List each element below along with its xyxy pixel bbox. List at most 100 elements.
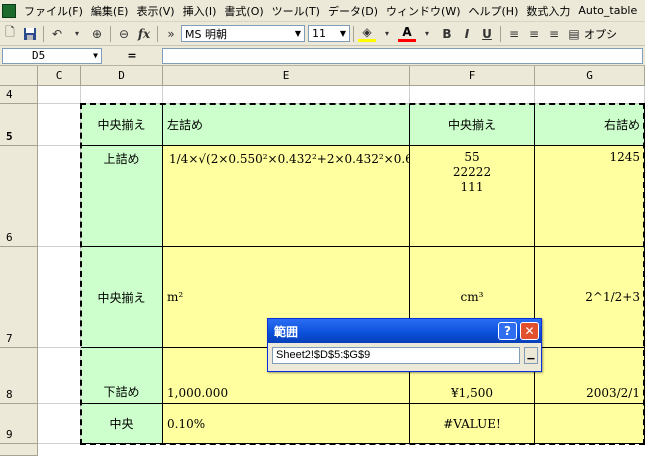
collapse-dialog-button[interactable]: ▁: [524, 347, 538, 364]
cell-f4[interactable]: [410, 86, 535, 104]
name-box[interactable]: D5 ▼: [2, 47, 102, 64]
fill-color-icon[interactable]: ◈: [358, 25, 376, 42]
font-color-icon[interactable]: A: [398, 25, 416, 42]
row-number: 5: [6, 130, 13, 143]
row-header-8[interactable]: 8: [0, 348, 38, 404]
menu-window[interactable]: ウィンドウ(W): [382, 3, 464, 19]
cell-g5[interactable]: 右詰め: [535, 104, 645, 146]
range-dialog-title: 範囲: [274, 324, 299, 339]
cell-text-line: 22222: [452, 165, 492, 179]
options-icon[interactable]: ▤: [565, 25, 583, 43]
formula-input[interactable]: [162, 47, 643, 64]
range-dialog-titlebar[interactable]: 範囲 ? ✕: [268, 319, 541, 343]
font-size-select[interactable]: 11 ▼: [308, 25, 350, 42]
cell-text: 中央揃え: [447, 118, 496, 132]
cell-d7[interactable]: 中央揃え: [81, 247, 163, 348]
cell-text: #VALUE!: [443, 416, 501, 431]
menu-formula-input[interactable]: 数式入力: [522, 3, 574, 19]
cell-d8[interactable]: 下詰め: [81, 348, 163, 404]
cell-c5[interactable]: [38, 104, 81, 146]
close-button[interactable]: ✕: [520, 322, 539, 340]
menu-view[interactable]: 表示(V): [132, 3, 178, 19]
cell-c4[interactable]: [38, 86, 81, 104]
cell-d5[interactable]: 中央揃え: [81, 104, 163, 146]
font-name-select[interactable]: MS 明朝 ▼: [181, 25, 305, 42]
dropdown-arrow-icon[interactable]: ▾: [68, 25, 86, 43]
underline-button[interactable]: U: [478, 25, 496, 43]
menu-insert[interactable]: 挿入(I): [179, 3, 221, 19]
italic-button[interactable]: I: [458, 25, 476, 43]
options-label[interactable]: オプシ: [584, 26, 617, 42]
bold-button[interactable]: B: [438, 25, 456, 43]
row-header-9[interactable]: 9: [0, 404, 38, 444]
menu-data[interactable]: データ(D): [324, 3, 382, 19]
row-header-5[interactable]: 5: [0, 104, 38, 146]
cell-text: 2003/2/1: [586, 386, 640, 400]
dropdown-arrow-icon[interactable]: ▾: [378, 25, 396, 43]
menu-bar: ファイル(F) 編集(E) 表示(V) 挿入(I) 書式(O) ツール(T) デ…: [0, 0, 645, 22]
range-input[interactable]: Sheet2!$D$5:$G$9: [272, 347, 520, 364]
cell-e5[interactable]: 左詰め: [163, 104, 410, 146]
row-header-7[interactable]: 7: [0, 247, 38, 348]
menu-format[interactable]: 書式(O): [220, 3, 267, 19]
range-dialog: 範囲 ? ✕ Sheet2!$D$5:$G$9 ▁: [267, 318, 542, 372]
cell-c9[interactable]: [38, 404, 81, 444]
cell-d6[interactable]: 上詰め: [81, 146, 163, 247]
save-icon[interactable]: [21, 25, 39, 43]
help-button[interactable]: ?: [498, 322, 517, 340]
cell-d9[interactable]: 中央: [81, 404, 163, 444]
new-document-icon[interactable]: 🗋: [1, 25, 19, 43]
column-header-c[interactable]: C: [38, 66, 81, 86]
row-header-10[interactable]: [0, 444, 38, 456]
cell-f9[interactable]: #VALUE!: [410, 404, 535, 444]
cell-text: 0.10%: [167, 416, 206, 431]
select-all-corner[interactable]: [0, 66, 38, 86]
excel-app-icon[interactable]: [2, 3, 16, 18]
menu-help[interactable]: ヘルプ(H): [465, 3, 523, 19]
column-header-g[interactable]: G: [535, 66, 645, 86]
column-header-d[interactable]: D: [81, 66, 163, 86]
dropdown-arrow-icon[interactable]: ▾: [418, 25, 436, 43]
menu-file[interactable]: ファイル(F): [20, 3, 87, 19]
menu-edit[interactable]: 編集(E): [87, 3, 133, 19]
menu-auto-table[interactable]: Auto_table: [574, 4, 641, 17]
menu-tools[interactable]: ツール(T): [268, 3, 324, 19]
more-chevron-icon[interactable]: »: [162, 25, 180, 43]
column-header-f[interactable]: F: [410, 66, 535, 86]
cell-f5[interactable]: 中央揃え: [410, 104, 535, 146]
cell-text: 中央揃え: [97, 118, 146, 132]
collapse-icon: ▁: [527, 350, 535, 360]
column-header-e[interactable]: E: [163, 66, 410, 86]
cell-text: 中央揃え: [97, 290, 146, 305]
cell-g8[interactable]: 2003/2/1: [535, 348, 645, 404]
cell-text: 1/4×√(2×0.550²×0.432²+2×0.432²×0.650²+2×…: [169, 152, 410, 166]
function-icon[interactable]: fx: [135, 25, 153, 43]
cell-g4[interactable]: [535, 86, 645, 104]
cell-g6[interactable]: 1245: [535, 146, 645, 247]
align-right-icon[interactable]: ≡: [545, 25, 563, 43]
help-icon: ?: [504, 324, 511, 338]
cell-e4[interactable]: [163, 86, 410, 104]
cell-c8[interactable]: [38, 348, 81, 404]
chevron-down-icon[interactable]: ▼: [93, 51, 98, 60]
cell-d4[interactable]: [81, 86, 163, 104]
cell-e6[interactable]: 1/4×√(2×0.550²×0.432²+2×0.432²×0.650²+2×…: [163, 146, 410, 247]
cell-c6[interactable]: [38, 146, 81, 247]
cell-e9[interactable]: 0.10%: [163, 404, 410, 444]
row-number: 6: [6, 231, 13, 244]
align-left-icon[interactable]: ≡: [505, 25, 523, 43]
align-center-icon[interactable]: ≡: [525, 25, 543, 43]
undo-icon[interactable]: ↶: [48, 25, 66, 43]
cell-f6[interactable]: 55 22222 111: [410, 146, 535, 247]
cell-text: 左詰め: [167, 118, 204, 132]
cell-g7[interactable]: 2^1/2+3: [535, 247, 645, 348]
zoom-out-icon[interactable]: ⊖: [115, 25, 133, 43]
row-header-6[interactable]: 6: [0, 146, 38, 247]
cell-g9[interactable]: [535, 404, 645, 444]
cell-text-line: 55: [464, 150, 480, 164]
row-header-4[interactable]: 4: [0, 86, 38, 104]
cell-text: 上詰め: [103, 152, 140, 166]
row-number: 9: [6, 428, 13, 441]
cell-c7[interactable]: [38, 247, 81, 348]
zoom-in-icon[interactable]: ⊕: [88, 25, 106, 43]
